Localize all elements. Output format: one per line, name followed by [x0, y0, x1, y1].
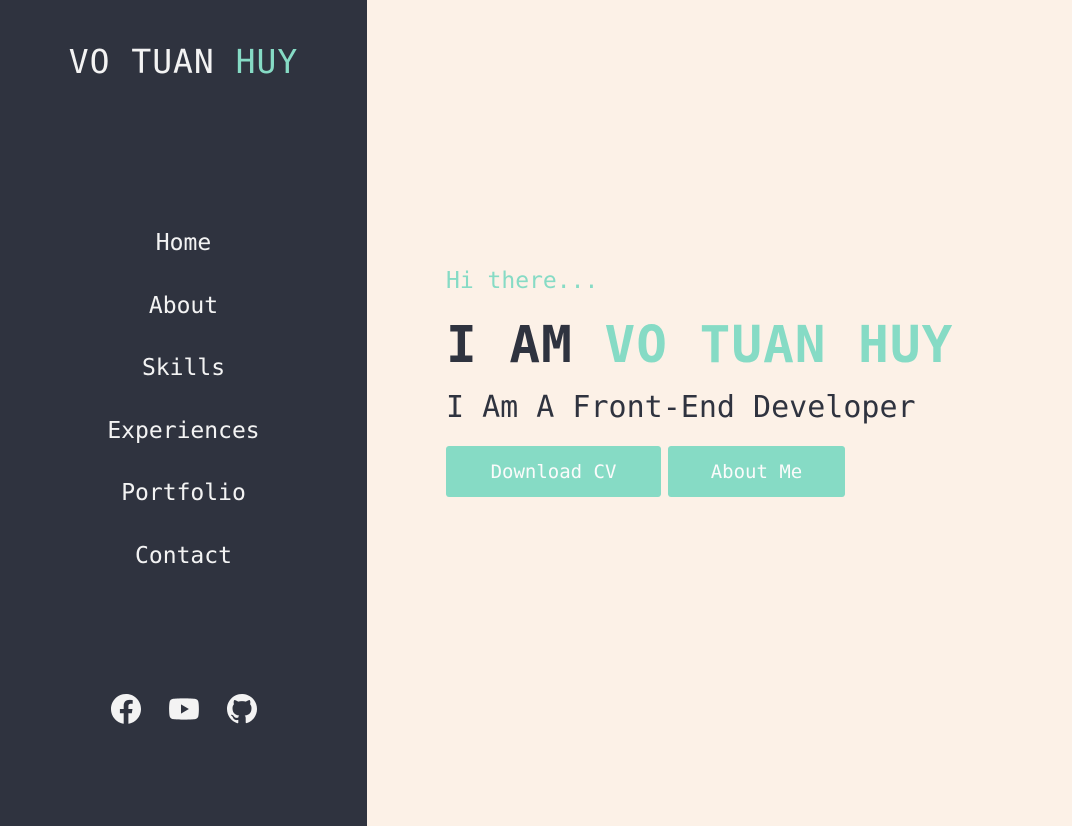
github-icon[interactable] — [226, 692, 258, 726]
sidebar: VO TUAN HUY Home About Skills Experience… — [0, 0, 367, 826]
social-links — [0, 692, 367, 726]
facebook-icon[interactable] — [110, 692, 142, 726]
nav-link-skills[interactable]: Skills — [142, 355, 225, 381]
hero-section: Hi there... I AM VO TUAN HUY I Am A Fron… — [367, 0, 1072, 826]
hero-subtitle: I Am A Front-End Developer — [446, 390, 916, 425]
headline-prefix: I AM — [446, 316, 573, 375]
site-logo[interactable]: VO TUAN HUY — [0, 42, 367, 81]
nav-item-home: Home — [0, 222, 367, 285]
nav-link-experiences[interactable]: Experiences — [107, 418, 259, 444]
nav-item-contact: Contact — [0, 535, 367, 598]
nav-link-portfolio[interactable]: Portfolio — [121, 480, 246, 506]
nav-item-skills: Skills — [0, 347, 367, 410]
logo-accent: HUY — [235, 42, 299, 81]
headline-name: VO TUAN HUY — [604, 316, 954, 375]
download-cv-button[interactable]: Download CV — [446, 446, 661, 497]
page: VO TUAN HUY Home About Skills Experience… — [0, 0, 1072, 826]
logo-name: VO TUAN — [68, 42, 215, 81]
nav-link-contact[interactable]: Contact — [135, 543, 232, 569]
hero-headline: I AM VO TUAN HUY — [446, 316, 953, 375]
nav-item-portfolio: Portfolio — [0, 472, 367, 535]
nav-link-home[interactable]: Home — [156, 230, 211, 256]
sidebar-nav: Home About Skills Experiences Portfolio … — [0, 222, 367, 597]
nav-link-about[interactable]: About — [149, 293, 218, 319]
nav-item-experiences: Experiences — [0, 410, 367, 473]
about-me-button[interactable]: About Me — [668, 446, 845, 497]
hero-greeting: Hi there... — [446, 268, 599, 294]
nav-item-about: About — [0, 285, 367, 348]
youtube-icon[interactable] — [168, 692, 200, 726]
hero-buttons: Download CV About Me — [446, 446, 845, 497]
